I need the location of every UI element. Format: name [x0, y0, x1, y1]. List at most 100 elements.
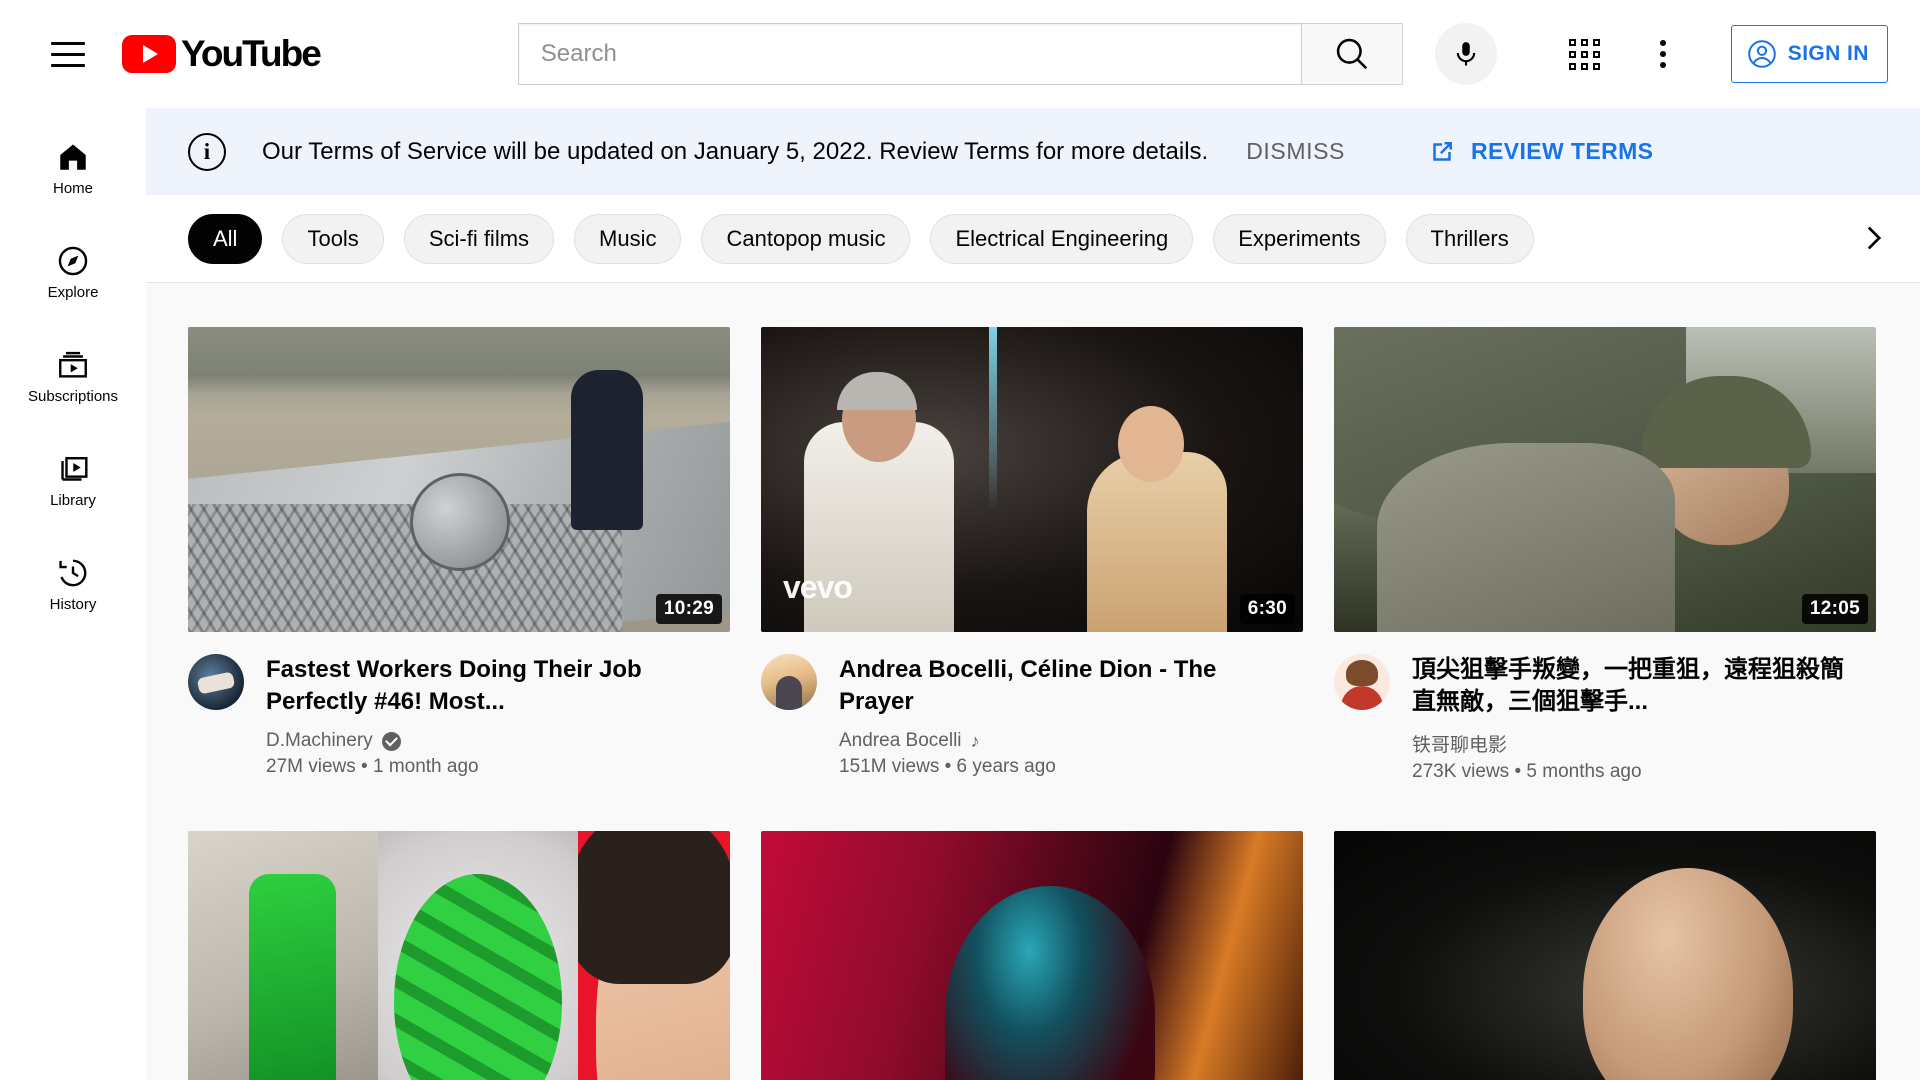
chip-thrillers[interactable]: Thrillers [1405, 213, 1534, 264]
sidebar-item-library[interactable]: Library [0, 428, 146, 532]
stats-separator: • [361, 756, 368, 778]
view-count: 273K views [1412, 761, 1510, 783]
main-content: i Our Terms of Service will be updated o… [146, 108, 1920, 1080]
review-terms-label: REVIEW TERMS [1471, 138, 1654, 164]
thumbnail-figure [836, 372, 917, 410]
info-icon: i [188, 132, 226, 171]
sidebar-item-home[interactable]: Home [0, 116, 146, 220]
chip-tools[interactable]: Tools [282, 213, 384, 264]
upload-age: 6 years ago [956, 756, 1056, 778]
video-thumbnail[interactable]: vevo 6:30 [761, 327, 1303, 632]
sidebar-label-home: Home [52, 180, 93, 197]
video-card: 12:05 頂尖狙擊手叛變，一把重狙，遠程狙殺簡直無敵，三個狙擊手... 铁哥聊… [1334, 327, 1904, 783]
youtube-logo-text: YouTube [181, 33, 322, 74]
hamburger-line [51, 52, 85, 56]
chip-sci-fi-films[interactable]: Sci-fi films [403, 213, 555, 264]
microphone-icon [1456, 42, 1475, 66]
hamburger-menu-icon[interactable] [40, 26, 96, 82]
upload-age: 5 months ago [1526, 761, 1642, 783]
apps-grid-icon [1569, 38, 1601, 70]
video-thumbnail[interactable]: 12:05 [1334, 327, 1876, 632]
channel-name-row[interactable]: Andrea Bocelli ♪ [839, 730, 1291, 752]
video-thumbnail[interactable] [1334, 831, 1876, 1080]
chip-all[interactable]: All [188, 213, 263, 264]
view-count: 151M views [839, 756, 940, 778]
search-box[interactable] [517, 23, 1301, 85]
hamburger-line [51, 63, 85, 67]
channel-avatar[interactable] [188, 654, 244, 710]
hamburger-line [51, 41, 85, 45]
settings-button[interactable] [1633, 24, 1693, 84]
sidebar-item-history[interactable]: History [0, 532, 146, 636]
video-grid: 10:29 Fastest Workers Doing Their Job Pe… [146, 283, 1920, 1080]
sidebar-label-history: History [49, 596, 97, 613]
music-note-icon: ♪ [970, 731, 980, 752]
video-details: Fastest Workers Doing Their Job Perfectl… [266, 654, 718, 778]
video-thumbnail[interactable] [761, 831, 1303, 1080]
thumbnail-figure [945, 886, 1156, 1080]
channel-name-row[interactable]: D.Machinery [266, 730, 718, 752]
banner-message: Our Terms of Service will be updated on … [262, 137, 1209, 165]
video-title[interactable]: 頂尖狙擊手叛變，一把重狙，遠程狙殺簡直無敵，三個狙擊手... [1412, 654, 1864, 718]
video-card [761, 831, 1331, 1080]
thumbnail-figure [1377, 442, 1676, 632]
channel-name: 铁哥聊电影 [1412, 735, 1508, 757]
chip-electrical-engineering[interactable]: Electrical Engineering [930, 213, 1194, 264]
review-terms-button[interactable]: REVIEW TERMS [1427, 137, 1653, 167]
sidebar-item-subscriptions[interactable]: Subscriptions [0, 324, 146, 428]
video-title[interactable]: Fastest Workers Doing Their Job Perfectl… [266, 654, 718, 718]
video-card: 10:29 Fastest Workers Doing Their Job Pe… [188, 327, 758, 783]
video-duration: 10:29 [655, 594, 722, 624]
video-details: 頂尖狙擊手叛變，一把重狙，遠程狙殺簡直無敵，三個狙擊手... 铁哥聊电影 273… [1412, 654, 1864, 783]
thumbnail-light [988, 327, 997, 510]
more-vertical-icon [1659, 40, 1666, 68]
video-card: vevo 6:30 Andrea Bocelli, Céline Dion - … [761, 327, 1331, 783]
video-thumbnail[interactable] [188, 831, 730, 1080]
channel-name: Andrea Bocelli [839, 730, 962, 752]
thumbnail-object [410, 473, 511, 572]
channel-name-row[interactable]: 铁哥聊电影 [1412, 730, 1864, 757]
video-card [188, 831, 758, 1080]
sign-in-label: SIGN IN [1787, 42, 1869, 65]
video-stats: 151M views • 6 years ago [839, 756, 1291, 778]
stats-separator: • [1514, 761, 1522, 783]
video-thumbnail[interactable]: 10:29 [188, 327, 730, 632]
video-details: Andrea Bocelli, Céline Dion - The Prayer… [839, 654, 1291, 778]
chips-next-button[interactable] [1842, 207, 1904, 269]
dismiss-button[interactable]: DISMISS [1246, 138, 1345, 165]
stats-separator: • [944, 756, 952, 778]
youtube-logo[interactable]: YouTube [122, 33, 322, 75]
filter-chips-bar: All Tools Sci-fi films Music Cantopop mu… [146, 195, 1920, 283]
search-input[interactable] [540, 40, 1301, 68]
sidebar-label-subscriptions: Subscriptions [27, 388, 119, 405]
channel-avatar[interactable] [1334, 654, 1390, 710]
chevron-right-icon [1867, 226, 1882, 250]
video-stats: 27M views • 1 month ago [266, 756, 718, 778]
view-count: 27M views [266, 756, 356, 778]
verified-badge-icon [381, 731, 401, 751]
open-in-new-icon [1433, 141, 1452, 161]
voice-search-button[interactable] [1434, 23, 1497, 85]
chip-music[interactable]: Music [574, 213, 682, 264]
search-icon [1336, 38, 1367, 70]
channel-avatar[interactable] [761, 654, 817, 710]
search-button[interactable] [1300, 23, 1403, 85]
chip-experiments[interactable]: Experiments [1213, 213, 1386, 264]
chip-cantopop-music[interactable]: Cantopop music [701, 213, 911, 264]
apps-button[interactable] [1555, 24, 1615, 84]
sidebar-label-explore: Explore [47, 284, 99, 301]
video-title[interactable]: Andrea Bocelli, Céline Dion - The Prayer [839, 654, 1291, 718]
channel-name: D.Machinery [266, 730, 373, 752]
terms-banner: i Our Terms of Service will be updated o… [146, 108, 1920, 195]
video-duration: 6:30 [1239, 594, 1295, 624]
thumbnail-panel [188, 831, 378, 1080]
thumbnail-figure [1117, 406, 1184, 482]
account-circle-icon [1747, 40, 1776, 68]
video-card [1334, 831, 1904, 1080]
upload-age: 1 month ago [372, 756, 479, 778]
sidebar-item-explore[interactable]: Explore [0, 220, 146, 324]
sign-in-button[interactable]: SIGN IN [1730, 25, 1888, 83]
thumbnail-figure [1583, 867, 1794, 1080]
chips-fade-overlay [1756, 195, 1846, 282]
thumbnail-panel [578, 831, 730, 1080]
